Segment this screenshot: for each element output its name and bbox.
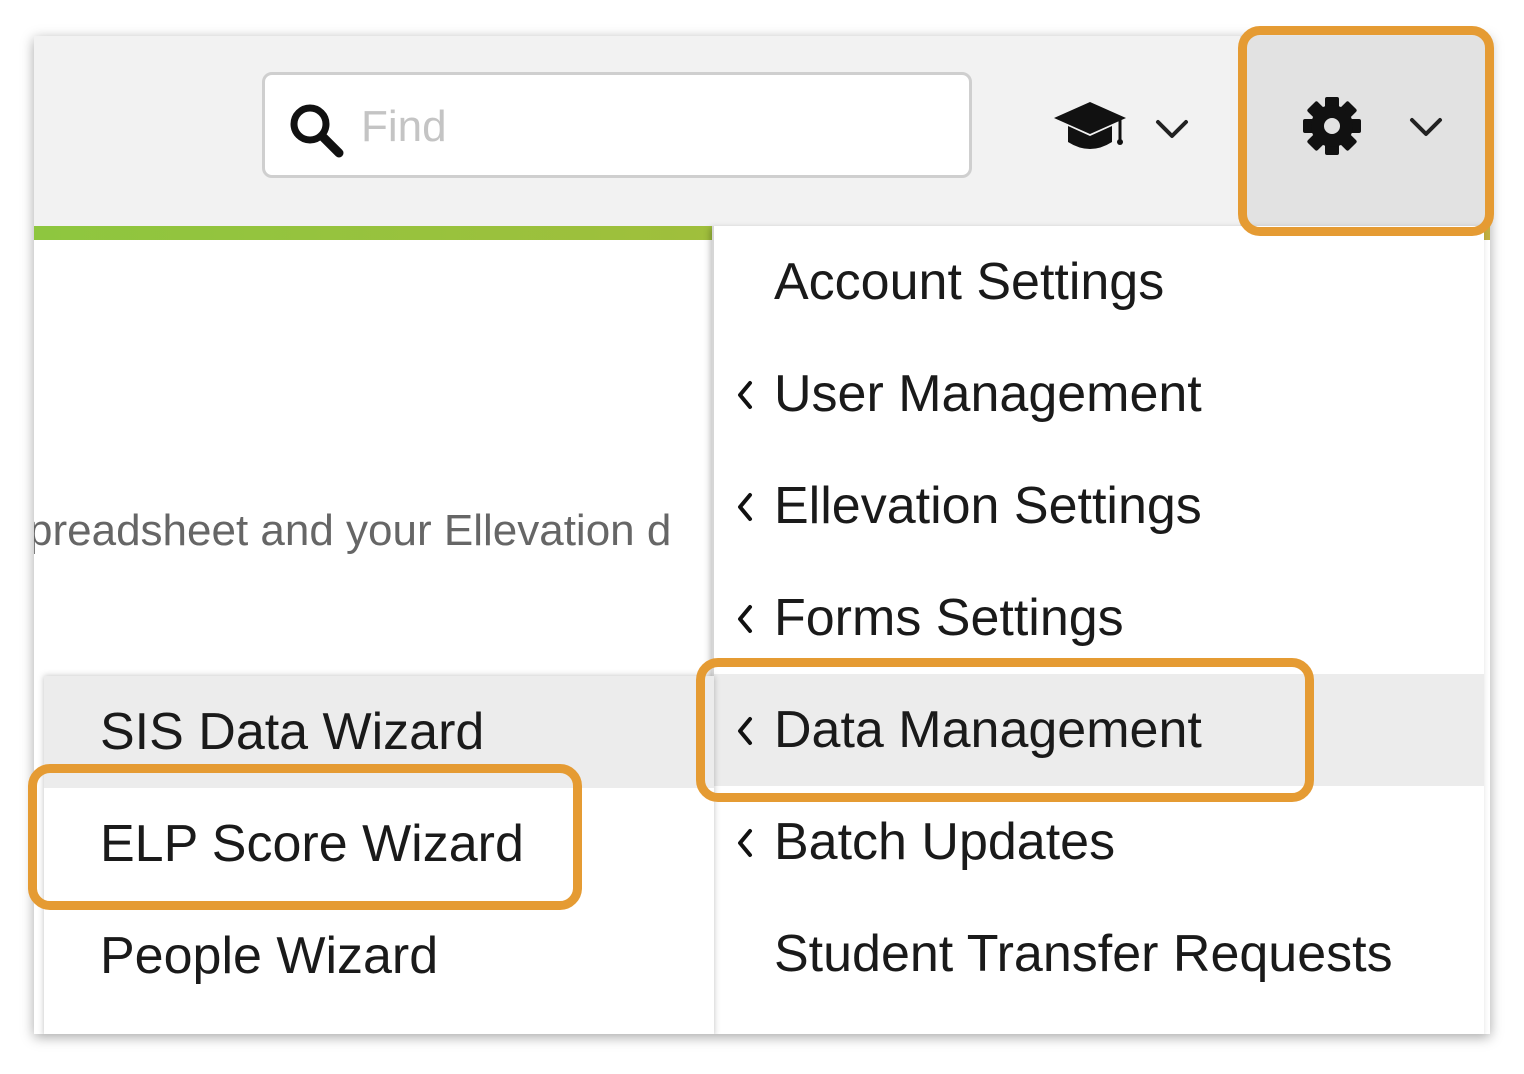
graduation-menu-button[interactable] — [1044, 92, 1204, 172]
menu-item-label: Data Management — [774, 701, 1202, 759]
menu-item-data-management[interactable]: Data Management — [714, 674, 1484, 786]
submenu-item-people-wizard[interactable]: People Wizard — [44, 900, 714, 1012]
graduation-cap-icon — [1054, 102, 1126, 149]
background-instructions-text: preadsheet and your Ellevation d — [34, 506, 672, 555]
chevron-left-icon — [738, 829, 752, 857]
menu-item-account-settings[interactable]: Account Settings — [714, 226, 1484, 338]
submenu-item-elp-score-wizard[interactable]: ELP Score Wizard — [44, 788, 714, 900]
top-header — [34, 36, 1490, 234]
submenu-item-label: People Wizard — [100, 927, 439, 985]
submenu-item-label: ELP Score Wizard — [100, 815, 524, 873]
menu-item-forms-settings[interactable]: Forms Settings — [714, 562, 1484, 674]
menu-item-label: Student Transfer Requests — [774, 925, 1393, 983]
menu-item-label: Ellevation Settings — [774, 477, 1202, 535]
menu-item-ellevation-settings[interactable]: Ellevation Settings — [714, 450, 1484, 562]
menu-item-student-transfer-requests[interactable]: Student Transfer Requests — [714, 898, 1484, 1010]
menu-item-label: Account Settings — [774, 253, 1165, 311]
submenu-item-label: SIS Data Wizard — [100, 703, 485, 761]
search-input[interactable] — [359, 93, 953, 161]
chevron-left-icon — [738, 605, 752, 633]
settings-menu-button[interactable] — [1240, 36, 1490, 234]
search-icon — [290, 104, 344, 158]
chevron-left-icon — [738, 717, 752, 745]
chevron-left-icon — [738, 381, 752, 409]
submenu-item-sis-data-wizard[interactable]: SIS Data Wizard — [44, 676, 714, 788]
menu-item-label: User Management — [774, 365, 1202, 423]
settings-dropdown-menu: Account Settings User Management Ellevat… — [712, 226, 1484, 1034]
chevron-down-icon — [1156, 120, 1188, 138]
gear-icon — [1303, 97, 1361, 155]
menu-item-label: Batch Updates — [774, 813, 1116, 871]
menu-item-batch-updates[interactable]: Batch Updates — [714, 786, 1484, 898]
app-window: preadsheet and your Ellevation d Account… — [34, 36, 1490, 1034]
chevron-down-icon — [1410, 118, 1442, 136]
menu-item-user-management[interactable]: User Management — [714, 338, 1484, 450]
chevron-left-icon — [738, 493, 752, 521]
menu-item-label: Forms Settings — [774, 589, 1124, 647]
data-management-submenu: SIS Data Wizard ELP Score Wizard People … — [44, 676, 714, 1034]
search-box[interactable] — [262, 72, 972, 178]
